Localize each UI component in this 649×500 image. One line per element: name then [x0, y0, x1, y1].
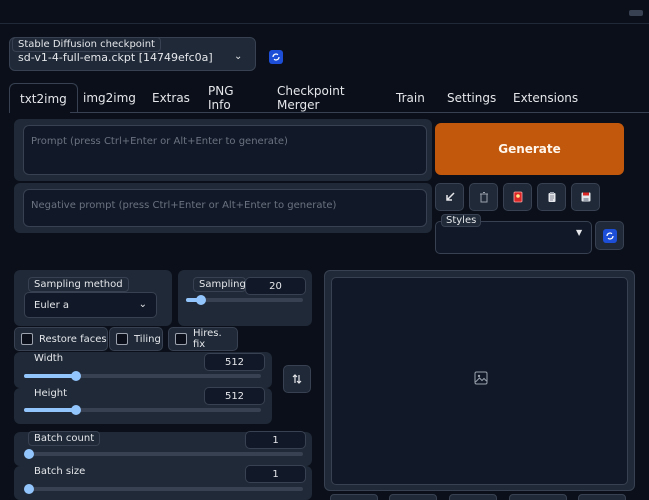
sampling-steps-label: Sampling s [193, 277, 246, 292]
trash-icon [479, 192, 488, 203]
refresh-styles-button[interactable] [595, 221, 624, 250]
batch-size-handle[interactable] [24, 484, 34, 494]
menu-icon[interactable] [629, 10, 643, 16]
refresh-icon [602, 228, 617, 243]
image-preview [331, 277, 628, 485]
restore-faces-label: Restore faces [39, 333, 107, 345]
checkbox-box[interactable] [116, 333, 128, 345]
checkpoint-value[interactable]: sd-v1-4-full-ema.ckpt [14749efc0a] [18, 51, 213, 64]
chevron-down-icon: ⌄ [234, 51, 243, 62]
tiling-checkbox[interactable]: Tiling [109, 327, 163, 351]
gallery-action-button[interactable] [330, 494, 378, 500]
gallery-action-button[interactable] [578, 494, 626, 500]
batch-count-label: Batch count [28, 431, 101, 446]
restore-faces-checkbox[interactable]: Restore faces [14, 327, 108, 351]
card-icon [513, 191, 522, 203]
clipboard-icon [548, 192, 555, 202]
sampling-steps-slider[interactable] [186, 295, 303, 305]
tab-img2img[interactable]: img2img [73, 83, 146, 113]
checkbox-box[interactable] [21, 333, 33, 345]
checkpoint-label: Stable Diffusion checkpoint [12, 37, 161, 52]
apply-style-button[interactable] [537, 183, 566, 211]
sampling-steps-input[interactable]: 20 [245, 277, 306, 295]
save-icon [581, 192, 590, 202]
negative-prompt-input[interactable]: Negative prompt (press Ctrl+Enter or Alt… [23, 189, 427, 227]
sampling-method-select[interactable]: Euler a ⌄ [24, 292, 157, 318]
batch-size-slider[interactable] [24, 484, 303, 494]
batch-size-label: Batch size [34, 466, 86, 477]
refresh-checkpoint-button[interactable] [269, 50, 283, 64]
batch-size-input[interactable]: 1 [245, 465, 306, 483]
tab-extensions[interactable]: Extensions [503, 83, 588, 113]
height-input[interactable]: 512 [204, 387, 265, 405]
tiling-label: Tiling [134, 333, 161, 345]
clear-prompt-button[interactable] [469, 183, 498, 211]
hires-fix-label: Hires. fix [192, 328, 222, 350]
tab-checkpoint-merger[interactable]: Checkpoint Merger [267, 83, 355, 113]
height-fill [24, 408, 77, 412]
tab-train[interactable]: Train [386, 83, 435, 113]
refresh-icon [272, 53, 280, 61]
height-slider[interactable] [24, 405, 261, 415]
styles-label: Styles [441, 214, 482, 227]
width-input[interactable]: 512 [204, 353, 265, 371]
image-icon [474, 371, 488, 385]
prompt-input[interactable]: Prompt (press Ctrl+Enter or Alt+Enter to… [23, 125, 427, 175]
batch-count-input[interactable]: 1 [245, 431, 306, 449]
tab-png-info[interactable]: PNG Info [198, 83, 244, 113]
gallery-action-button[interactable] [389, 494, 437, 500]
swap-icon [292, 374, 302, 384]
width-slider[interactable] [24, 371, 261, 381]
generate-button[interactable]: Generate [435, 123, 624, 175]
gallery-action-button[interactable] [449, 494, 497, 500]
width-fill [24, 374, 77, 378]
batch-count-slider[interactable] [24, 449, 303, 459]
chevron-down-icon: ▼ [576, 228, 583, 237]
top-bar [0, 0, 649, 24]
width-label: Width [34, 353, 64, 364]
save-style-button[interactable] [571, 183, 600, 211]
paste-params-button[interactable] [435, 183, 464, 211]
output-gallery [324, 270, 635, 491]
tab-divider [70, 112, 649, 113]
chevron-down-icon: ⌄ [138, 299, 147, 310]
tab-extras[interactable]: Extras [142, 83, 200, 113]
gallery-action-button[interactable] [509, 494, 567, 500]
batch-count-handle[interactable] [24, 449, 34, 459]
arrow-icon [445, 192, 455, 201]
checkbox-box[interactable] [175, 333, 187, 345]
sampling-method-label: Sampling method [28, 277, 129, 292]
extra-networks-button[interactable] [503, 183, 532, 211]
tab-txt2img[interactable]: txt2img [9, 83, 78, 113]
sampling-method-value: Euler a [34, 300, 70, 311]
height-label: Height [34, 388, 68, 399]
hires-fix-checkbox[interactable]: Hires. fix [168, 327, 238, 351]
swap-dimensions-button[interactable] [283, 365, 311, 393]
tab-settings[interactable]: Settings [437, 83, 506, 113]
